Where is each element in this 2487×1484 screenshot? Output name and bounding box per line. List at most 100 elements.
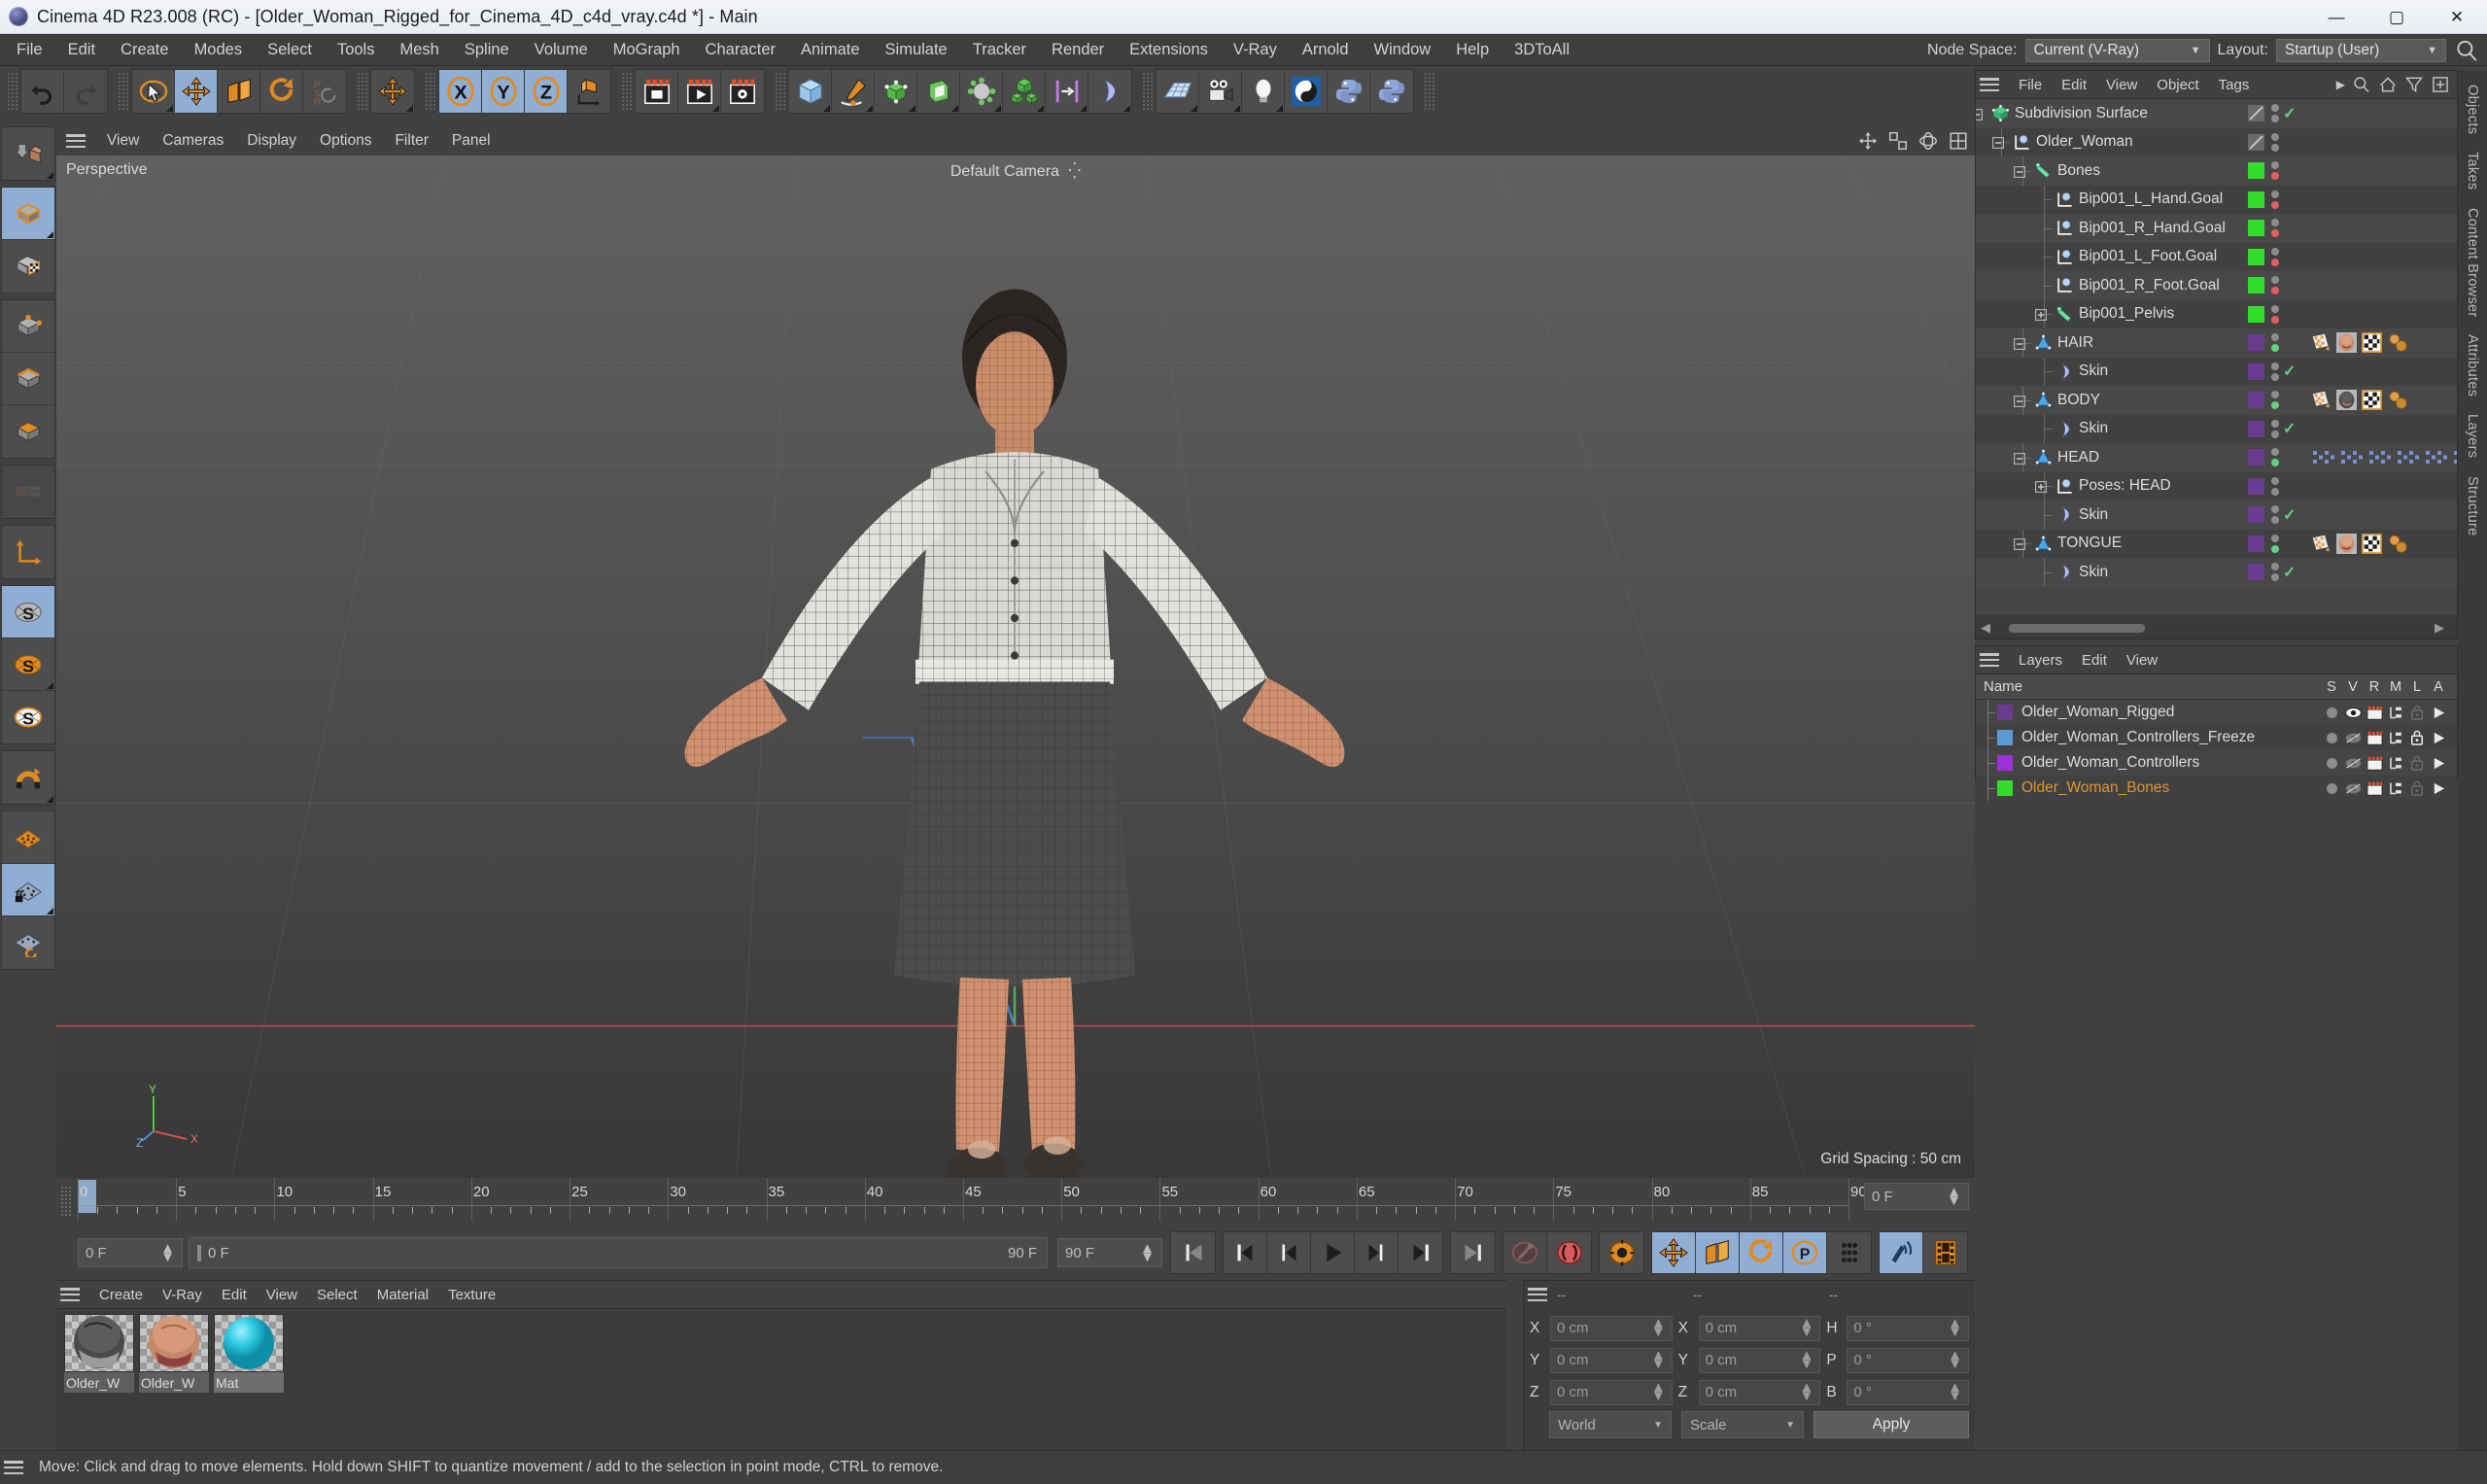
viewport-hamburger-icon[interactable] (66, 134, 86, 148)
menu-window[interactable]: Window (1362, 37, 1444, 63)
editor-visibility-dot[interactable] (2271, 362, 2279, 370)
render-visibility-dot[interactable] (2271, 459, 2279, 467)
object-row[interactable]: HEAD (1976, 443, 2457, 472)
render-visibility-dot[interactable] (2271, 115, 2279, 123)
layer-color-swatch[interactable] (1997, 705, 2013, 720)
scale-viewport-icon[interactable] (1887, 130, 1909, 152)
layer-manager-toggle[interactable] (2385, 756, 2406, 771)
visibility-dots[interactable] (2271, 190, 2279, 209)
object-color-swatch[interactable] (2248, 506, 2264, 524)
object-tree[interactable]: Subdivision Surface ✓ Older_Woman Bones Bip0… (1976, 99, 2457, 615)
go-to-start-button[interactable] (1171, 1232, 1215, 1273)
enabled-check-icon[interactable]: ✓ (2283, 362, 2296, 381)
menu-file[interactable]: File (4, 37, 55, 63)
menu-v-ray[interactable]: V-Ray (1221, 37, 1290, 63)
material-menu-edit[interactable]: Edit (212, 1285, 257, 1305)
render-visibility-dot[interactable] (2271, 544, 2279, 553)
pla-key-button[interactable] (1827, 1232, 1871, 1273)
phong-tag-icon[interactable] (2387, 534, 2407, 554)
menu-spline[interactable]: Spline (452, 37, 522, 63)
add-light-button[interactable] (1242, 70, 1285, 113)
lock-workplane-button[interactable] (2, 864, 54, 916)
align-workplane-button[interactable] (2, 916, 54, 969)
parameter-key-button[interactable]: P (1783, 1232, 1827, 1273)
editor-visibility-dot[interactable] (2271, 391, 2279, 399)
menu-modes[interactable]: Modes (182, 37, 256, 63)
model-mode-button[interactable] (2, 188, 54, 240)
expander-toggle[interactable] (2035, 308, 2047, 322)
material-hamburger-icon[interactable] (60, 1288, 80, 1301)
layer-menu-edit[interactable]: Edit (2072, 650, 2117, 671)
material-thumbnail[interactable] (64, 1314, 134, 1372)
scroll-thumb[interactable] (2009, 623, 2145, 633)
layout-dropdown[interactable]: Startup (User) ▼ (2276, 38, 2446, 62)
toolbar-grip[interactable] (775, 72, 785, 111)
layer-lock-toggle[interactable] (2406, 755, 2428, 771)
menu-mesh[interactable]: Mesh (387, 37, 451, 63)
timeline-ruler[interactable]: 0 5 10 15 20 25 30 35 40 45 50 55 60 65 70 75 80 85 90 (78, 1178, 1867, 1226)
menu-render[interactable]: Render (1039, 37, 1117, 63)
layer-color-swatch[interactable] (1997, 730, 2013, 745)
layer-row[interactable]: Older_Woman_Bones (1976, 776, 2457, 801)
object-color-swatch[interactable] (2248, 334, 2264, 352)
object-color-swatch[interactable] (2248, 535, 2264, 552)
layer-visible-toggle[interactable] (2342, 782, 2364, 795)
layer-solo-toggle[interactable] (2321, 757, 2342, 769)
snap-settings-button[interactable]: S (2, 638, 54, 691)
toolbar-grip[interactable] (1142, 72, 1153, 111)
z-axis-lock-button[interactable]: Z (525, 70, 568, 113)
visibility-dots[interactable] (2271, 104, 2279, 123)
render-visibility-dot[interactable] (2271, 372, 2279, 381)
pose-morph-strip-icon[interactable] (2311, 447, 2457, 467)
viewport-menu-display[interactable]: Display (235, 129, 308, 153)
material-menu-material[interactable]: Material (367, 1285, 438, 1305)
search-icon[interactable] (2454, 38, 2479, 63)
object-row[interactable]: Skin ✓ (1976, 414, 2457, 443)
spinner-icon[interactable]: ▲ ▼ (160, 1241, 175, 1264)
y-axis-lock-button[interactable]: Y (482, 70, 525, 113)
layer-visible-toggle[interactable] (2342, 757, 2364, 770)
menu-arnold[interactable]: Arnold (1290, 37, 1362, 63)
layer-visible-toggle[interactable] (2342, 732, 2364, 744)
vtab-takes[interactable]: Takes (2460, 143, 2485, 198)
render-visibility-dot[interactable] (2271, 143, 2279, 152)
viewport-3d[interactable]: Perspective Default Camera ⁛ Grid Spacin… (56, 155, 1975, 1178)
visibility-dots[interactable] (2271, 534, 2279, 553)
viewport-menu-filter[interactable]: Filter (383, 129, 439, 153)
layer-manager-toggle[interactable] (2385, 731, 2406, 745)
material-older-woman-body[interactable]: Older_W (64, 1314, 134, 1393)
workplane-button[interactable] (2, 811, 54, 864)
object-row[interactable]: HAIR (1976, 328, 2457, 358)
undo-button[interactable] (21, 70, 64, 113)
material-hair-icon[interactable] (2336, 332, 2357, 354)
visibility-dots[interactable] (2271, 563, 2279, 582)
layer-solo-toggle[interactable] (2321, 782, 2342, 794)
spinner-icon[interactable]: ▲ ▼ (1947, 1185, 1961, 1208)
go-to-next-key-button[interactable] (1399, 1232, 1442, 1273)
editor-visibility-dot[interactable] (2271, 476, 2279, 485)
maximize-viewport-icon[interactable] (1948, 130, 1969, 152)
maximize-button[interactable]: ▢ (2366, 0, 2427, 34)
visibility-dots[interactable] (2271, 391, 2279, 410)
add-floor-button[interactable] (1157, 70, 1199, 113)
object-color-swatch[interactable] (2248, 420, 2264, 437)
coord-rotation-input[interactable]: 0 ° ▲ ▼ (1847, 1347, 1970, 1373)
object-menu-file[interactable]: File (2009, 75, 2052, 95)
material-body-icon[interactable] (2336, 390, 2357, 411)
render-visibility-dot[interactable] (2271, 229, 2279, 238)
editor-visibility-dot[interactable] (2271, 132, 2279, 141)
expander-toggle[interactable] (2014, 395, 2025, 407)
close-button[interactable]: ✕ (2427, 0, 2487, 34)
rotate-viewport-icon[interactable] (1917, 130, 1939, 152)
layer-visible-toggle[interactable] (2342, 707, 2364, 719)
coord-position-input[interactable]: 0 cm ▲ ▼ (1550, 1315, 1673, 1341)
add-instance-button[interactable] (1046, 70, 1088, 113)
editor-visibility-dot[interactable] (2271, 276, 2279, 285)
range-handle[interactable] (197, 1244, 201, 1261)
scroll-right-icon[interactable]: ▶ (2430, 620, 2449, 636)
spinner-icon[interactable]: ▲ ▼ (1799, 1316, 1813, 1339)
visibility-dots[interactable] (2271, 476, 2279, 496)
render-view-button[interactable] (636, 70, 678, 113)
points-mode-button[interactable] (2, 300, 54, 353)
move-duplicate-button[interactable] (371, 70, 414, 113)
